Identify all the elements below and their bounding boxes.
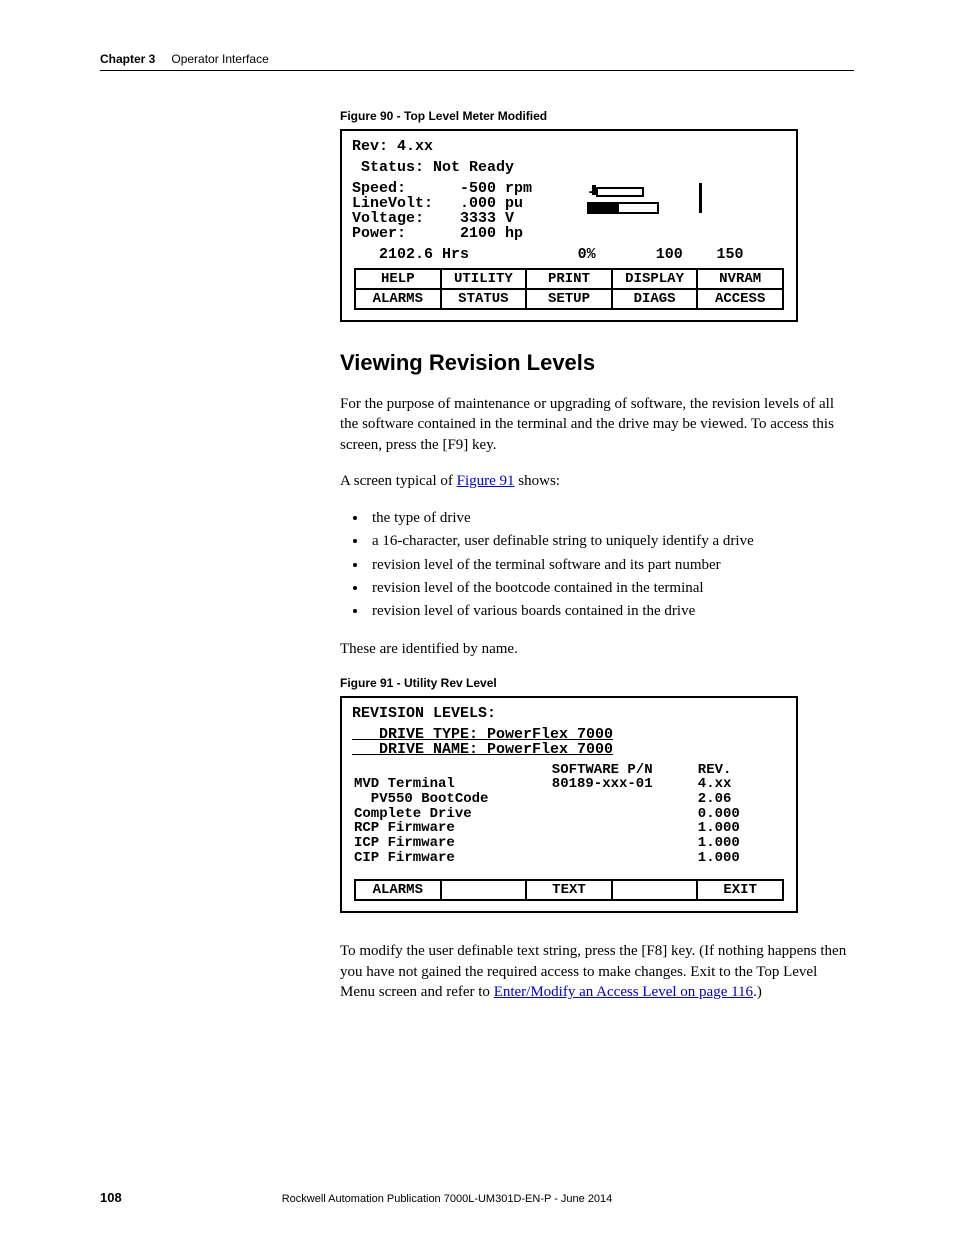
softkey-help[interactable]: HELP xyxy=(356,270,442,288)
softkey-access[interactable]: ACCESS xyxy=(698,290,782,308)
access-level-link[interactable]: Enter/Modify an Access Level on page 116 xyxy=(494,984,753,1000)
drive-info: DRIVE TYPE: PowerFlex 7000 DRIVE NAME: P… xyxy=(346,723,792,759)
page-footer: 108 Rockwell Automation Publication 7000… xyxy=(100,1190,854,1205)
scale-100: 100 xyxy=(656,247,717,262)
bullet-4: revision level of the bootcode contained… xyxy=(368,577,854,600)
closing-post: .) xyxy=(753,984,762,1000)
para-2: A screen typical of Figure 91 shows: xyxy=(340,471,854,491)
scale-0: 0% xyxy=(578,247,656,262)
figure-90-screen: Rev: 4.xx Status: Not Ready Speed: -500 … xyxy=(340,129,798,322)
page-number: 108 xyxy=(100,1190,122,1205)
chapter-label: Chapter 3 xyxy=(100,52,155,66)
bar-gauge-1 xyxy=(596,187,644,197)
status-line: Status: Not Ready xyxy=(346,156,792,177)
softkey-utility[interactable]: UTILITY xyxy=(442,270,528,288)
rev-line: Rev: 4.xx xyxy=(346,135,792,156)
figure-90-caption: Figure 90 - Top Level Meter Modified xyxy=(340,109,854,123)
softkey-exit[interactable]: EXIT xyxy=(698,881,782,899)
scale-150: 150 xyxy=(717,247,744,262)
softkey-setup[interactable]: SETUP xyxy=(527,290,613,308)
softkey-diags[interactable]: DIAGS xyxy=(613,290,699,308)
softkey-nvram[interactable]: NVRAM xyxy=(698,270,782,288)
hours-reading: 2102.6 Hrs xyxy=(352,247,578,262)
closing-para: To modify the user definable text string… xyxy=(340,941,854,1002)
revision-table: MVD Terminal PV550 BootCode Complete Dri… xyxy=(346,759,792,874)
meter-readings: Speed: -500 rpm LineVolt: .000 pu Voltag… xyxy=(346,177,587,243)
bullet-list: the type of drive a 16-character, user d… xyxy=(368,507,854,623)
bullet-1: the type of drive xyxy=(368,507,854,530)
para-1: For the purpose of maintenance or upgrad… xyxy=(340,394,854,455)
figure-91-screen: REVISION LEVELS: DRIVE TYPE: PowerFlex 7… xyxy=(340,696,798,914)
rev-levels-title: REVISION LEVELS: xyxy=(346,702,792,723)
rev-partnums: SOFTWARE P/N 80189-xxx-01 xyxy=(552,763,690,866)
softkey-print[interactable]: PRINT xyxy=(527,270,613,288)
page-header: Chapter 3 Operator Interface xyxy=(100,52,854,71)
bullet-5: revision level of various boards contain… xyxy=(368,600,854,623)
softkey-blank-1 xyxy=(442,881,528,899)
para-3: These are identified by name. xyxy=(340,639,854,659)
publication-info: Rockwell Automation Publication 7000L-UM… xyxy=(282,1193,613,1205)
softkey-display[interactable]: DISPLAY xyxy=(613,270,699,288)
figure-91-link[interactable]: Figure 91 xyxy=(457,473,515,489)
chapter-title: Operator Interface xyxy=(171,52,268,66)
softkey-alarms[interactable]: ALARMS xyxy=(356,290,442,308)
figure-91-caption: Figure 91 - Utility Rev Level xyxy=(340,676,854,690)
rev-values: REV. 4.xx 2.06 0.000 1.000 1.000 1.000 xyxy=(689,763,784,866)
softkey-alarms-2[interactable]: ALARMS xyxy=(356,881,442,899)
bullet-3: revision level of the terminal software … xyxy=(368,554,854,577)
para-2-pre: A screen typical of xyxy=(340,473,457,489)
softkey-status[interactable]: STATUS xyxy=(442,290,528,308)
bar-gauge-2 xyxy=(587,202,659,214)
bullet-2: a 16-character, user definable string to… xyxy=(368,530,854,553)
bar-gauge-3 xyxy=(699,183,702,213)
rev-names: MVD Terminal PV550 BootCode Complete Dri… xyxy=(354,763,552,866)
softkey-grid: HELP UTILITY PRINT DISPLAY NVRAM ALARMS … xyxy=(354,268,784,310)
softkey-row-fig91: ALARMS TEXT EXIT xyxy=(354,879,784,901)
softkey-text[interactable]: TEXT xyxy=(527,881,613,899)
para-2-post: shows: xyxy=(515,473,560,489)
section-heading: Viewing Revision Levels xyxy=(340,350,854,376)
softkey-blank-2 xyxy=(613,881,699,899)
